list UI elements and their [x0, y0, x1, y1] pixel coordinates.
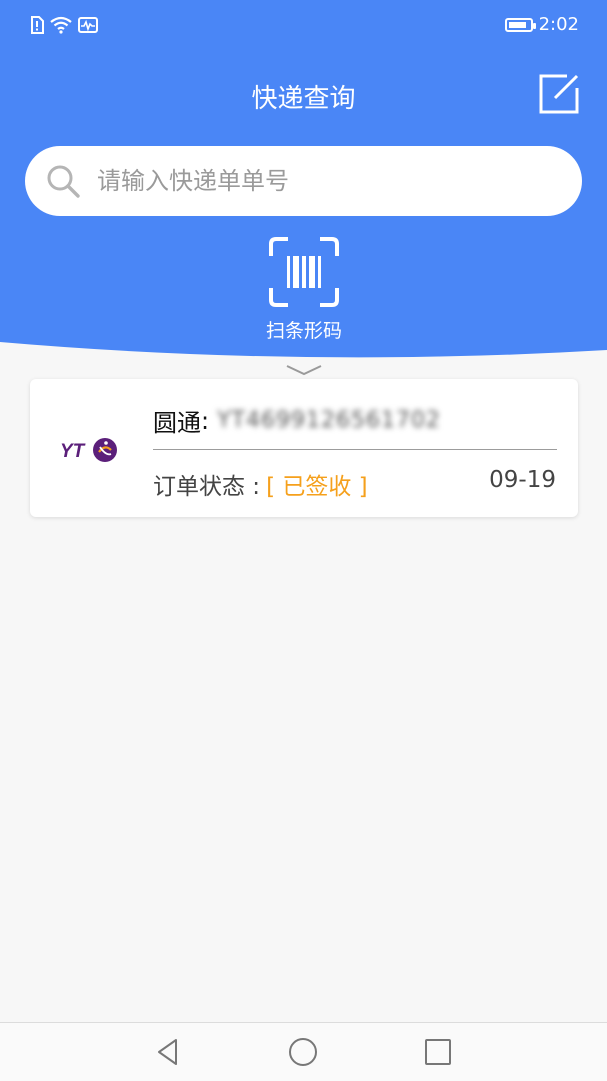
edit-icon[interactable]: [537, 72, 581, 116]
battery-icon: [504, 17, 536, 32]
navigation-bar: [0, 1022, 607, 1081]
divider: [153, 449, 557, 450]
wifi-icon: [50, 16, 72, 34]
sim-icon: [31, 16, 44, 34]
order-status: 订单状态 :[ 已签收 ]: [153, 467, 368, 501]
status-bar: 2:02: [0, 0, 607, 52]
svg-text:YT: YT: [60, 441, 86, 462]
search-bar[interactable]: [25, 146, 582, 216]
page-title: 快递查询: [251, 84, 356, 114]
courier-separator: :: [201, 406, 210, 435]
activity-icon: [78, 17, 98, 33]
status-time: 2:02: [538, 14, 579, 35]
search-icon: [47, 165, 80, 198]
search-input[interactable]: [95, 166, 539, 196]
scan-label: 扫条形码: [265, 320, 342, 342]
back-icon[interactable]: [152, 1036, 184, 1068]
order-status-value: [ 已签收 ]: [266, 474, 368, 500]
order-status-label: 订单状态 :: [153, 474, 261, 500]
tracking-number: YT4699126561702: [217, 408, 441, 433]
courier-row: 圆通 : YT4699126561702: [153, 403, 441, 438]
scan-barcode-button[interactable]: 扫条形码: [263, 236, 345, 346]
recents-icon[interactable]: [422, 1036, 454, 1068]
barcode-scan-icon: [269, 237, 339, 307]
home-icon[interactable]: [287, 1036, 319, 1068]
chevron-down-icon[interactable]: [285, 362, 323, 378]
list-item[interactable]: YT 圆通 : YT4699126561702 订单状态 :[ 已签收 ] 09…: [30, 379, 578, 517]
yto-logo-icon: YT: [60, 438, 117, 462]
courier-name: 圆通: [153, 409, 201, 437]
order-date: 09-19: [489, 467, 556, 493]
